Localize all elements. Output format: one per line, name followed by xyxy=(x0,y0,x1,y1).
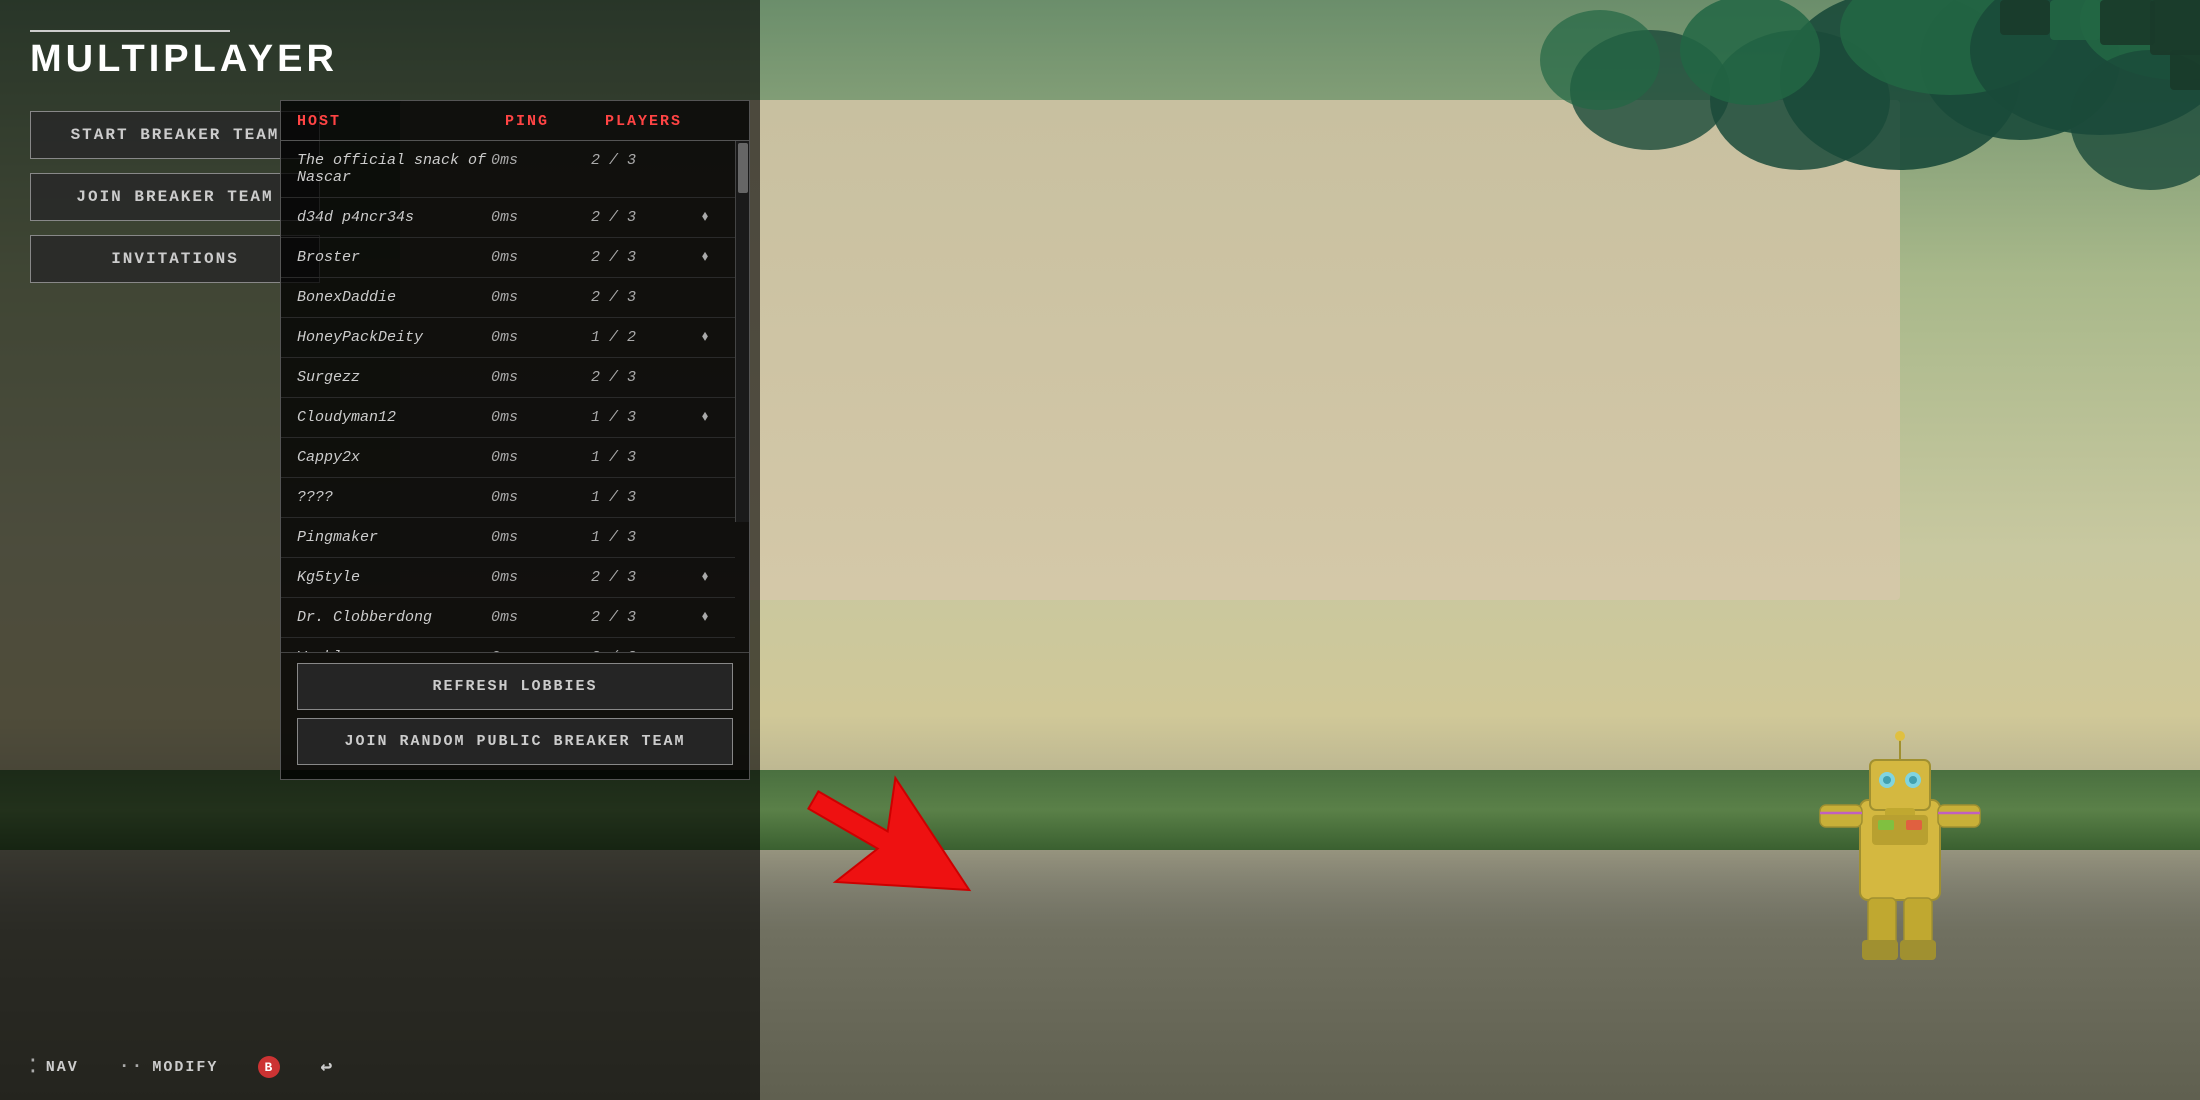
lobby-list: The official snack of Nascar0ms2 / 3d34d… xyxy=(281,141,749,652)
modify-label: MODIFY xyxy=(152,1059,218,1076)
col-host-header: HOST xyxy=(297,113,505,130)
start-breaker-team-button[interactable]: START BREAKER TEAM xyxy=(30,111,320,159)
table-row[interactable]: HoneyPackDeity0ms1 / 2⬧ xyxy=(281,318,735,358)
col-ping-header: PING xyxy=(505,113,605,130)
b-button-icon: B xyxy=(258,1056,280,1078)
lock-icon: ⬧ xyxy=(691,209,719,226)
lobby-players: 2 / 3 xyxy=(591,289,691,306)
lobby-players: 2 / 3 xyxy=(591,152,691,186)
nav-item-back: ↩ xyxy=(320,1054,334,1080)
lobby-ping: 0ms xyxy=(491,409,591,426)
nav-label: NAV xyxy=(46,1059,79,1076)
lobby-ping: 0ms xyxy=(491,569,591,586)
lobby-ping: 0ms xyxy=(491,489,591,506)
lobby-players: 1 / 3 xyxy=(591,449,691,466)
lobby-host-name: BonexDaddie xyxy=(297,289,491,306)
table-row[interactable]: Broster0ms2 / 3⬧ xyxy=(281,238,735,278)
lock-icon: ⬧ xyxy=(691,569,719,586)
table-row[interactable]: Dr. Clobberdong0ms2 / 3⬧ xyxy=(281,598,735,638)
table-row[interactable]: Cloudyman120ms1 / 3⬧ xyxy=(281,398,735,438)
invitations-button[interactable]: INVITATIONS xyxy=(30,235,320,283)
join-breaker-team-button[interactable]: JOIN BREAKER TEAM xyxy=(30,173,320,221)
lobby-host-name: Cloudyman12 xyxy=(297,409,491,426)
refresh-lobbies-button[interactable]: REFRESH LOBBIES xyxy=(297,663,733,710)
lock-icon xyxy=(691,152,719,186)
lobby-host-name: HoneyPackDeity xyxy=(297,329,491,346)
lock-icon xyxy=(691,529,719,546)
lobby-ping: 0ms xyxy=(491,449,591,466)
bottom-nav-bar: ⁚ NAV ·· MODIFY B ↩ xyxy=(30,1054,334,1080)
lobby-host-name: d34d p4ncr34s xyxy=(297,209,491,226)
lobby-players: 2 / 3 xyxy=(591,569,691,586)
lobby-host-name: Cappy2x xyxy=(297,449,491,466)
table-row[interactable]: Pingmaker0ms1 / 3 xyxy=(281,518,735,558)
lobby-ping: 0ms xyxy=(491,369,591,386)
lock-icon xyxy=(691,369,719,386)
nav-item-b: B xyxy=(258,1056,280,1078)
table-row[interactable]: Womble0ms2 / 3⬧ xyxy=(281,638,735,652)
lobby-players: 2 / 3 xyxy=(591,209,691,226)
nav-joystick-icon: ⁚ xyxy=(30,1056,38,1078)
table-row[interactable]: ????0ms1 / 3 xyxy=(281,478,735,518)
lobby-host-name: Broster xyxy=(297,249,491,266)
lock-icon xyxy=(691,489,719,506)
lobby-host-name: ???? xyxy=(297,489,491,506)
lobby-bottom-buttons: REFRESH LOBBIES JOIN RANDOM PUBLIC BREAK… xyxy=(281,652,749,779)
lobby-host-name: Dr. Clobberdong xyxy=(297,609,491,626)
lobby-players: 2 / 3 xyxy=(591,609,691,626)
lobby-players: 2 / 3 xyxy=(591,369,691,386)
lobby-players: 1 / 2 xyxy=(591,329,691,346)
table-row[interactable]: Surgezz0ms2 / 3 xyxy=(281,358,735,398)
table-row[interactable]: The official snack of Nascar0ms2 / 3 xyxy=(281,141,735,198)
table-row[interactable]: d34d p4ncr34s0ms2 / 3⬧ xyxy=(281,198,735,238)
lobby-players: 1 / 3 xyxy=(591,409,691,426)
lobby-ping: 0ms xyxy=(491,152,591,186)
lock-icon: ⬧ xyxy=(691,249,719,266)
lobby-players: 1 / 3 xyxy=(591,489,691,506)
lock-icon: ⬧ xyxy=(691,609,719,626)
lobby-players: 1 / 3 xyxy=(591,529,691,546)
lobby-players: 2 / 3 xyxy=(591,649,691,652)
lock-icon xyxy=(691,289,719,306)
nav-item-nav: ⁚ NAV xyxy=(30,1056,79,1078)
lobby-host-name: Surgezz xyxy=(297,369,491,386)
join-random-button[interactable]: JOIN RANDOM PUBLIC BREAKER TEAM xyxy=(297,718,733,765)
nav-dot-icon: ·· xyxy=(119,1057,145,1077)
table-row[interactable]: Cappy2x0ms1 / 3 xyxy=(281,438,735,478)
lobby-host-name: The official snack of Nascar xyxy=(297,152,491,186)
lobby-ping: 0ms xyxy=(491,209,591,226)
lock-icon: ⬧ xyxy=(691,329,719,346)
lobby-ping: 0ms xyxy=(491,289,591,306)
title-area: MULTIPLAYER xyxy=(30,30,740,81)
lobby-ping: 0ms xyxy=(491,529,591,546)
lock-icon: ⬧ xyxy=(691,409,719,426)
lobby-host-name: Kg5tyle xyxy=(297,569,491,586)
nav-item-modify: ·· MODIFY xyxy=(119,1057,219,1077)
lobby-players: 2 / 3 xyxy=(591,249,691,266)
table-row[interactable]: BonexDaddie0ms2 / 3 xyxy=(281,278,735,318)
lobby-ping: 0ms xyxy=(491,649,591,652)
lobby-ping: 0ms xyxy=(491,329,591,346)
lobby-host-name: Pingmaker xyxy=(297,529,491,546)
lock-icon xyxy=(691,449,719,466)
lock-icon: ⬧ xyxy=(691,649,719,652)
page-title: MULTIPLAYER xyxy=(30,38,338,80)
lobby-ping: 0ms xyxy=(491,609,591,626)
col-players-header: PLAYERS xyxy=(605,113,705,130)
left-nav-buttons: START BREAKER TEAM JOIN BREAKER TEAM INV… xyxy=(30,111,320,283)
lobby-host-name: Womble xyxy=(297,649,491,652)
table-row[interactable]: Kg5tyle0ms2 / 3⬧ xyxy=(281,558,735,598)
lobby-ping: 0ms xyxy=(491,249,591,266)
back-icon: ↩ xyxy=(320,1054,334,1080)
lobby-table-header: HOST PING PLAYERS xyxy=(281,101,749,141)
